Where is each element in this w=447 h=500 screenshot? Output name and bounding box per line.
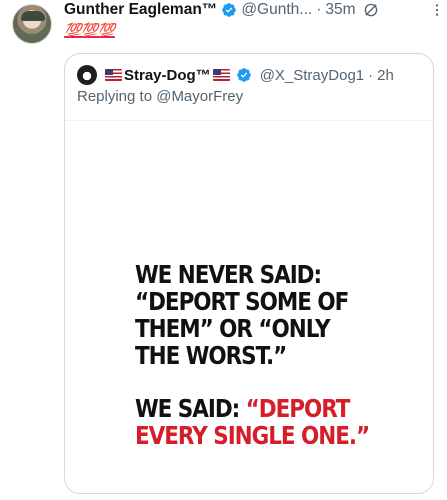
- image-text-line-6: EVERY SINGLE ONE.”: [135, 421, 370, 450]
- author-avatar[interactable]: [12, 4, 52, 44]
- quoted-author-handle[interactable]: @X_StrayDog1: [260, 67, 364, 84]
- us-flag-icon: [105, 69, 122, 81]
- quoted-tweet-card[interactable]: Stray-Dog™ @X_StrayDog1 · 2h Replying to…: [64, 53, 434, 494]
- image-text-line-1: WE NEVER SAID:: [135, 260, 322, 289]
- quoted-author-avatar[interactable]: [77, 65, 97, 85]
- us-flag-icon: [212, 69, 230, 81]
- tweet-text: 💯💯💯: [64, 22, 115, 38]
- author-handle[interactable]: @Gunth...: [241, 1, 312, 19]
- author-name[interactable]: Gunther Eagleman™: [64, 1, 217, 19]
- image-text-deport: “DEPORT: [245, 394, 351, 423]
- separator-dot: ·: [316, 1, 322, 18]
- separator-dot: ·: [368, 66, 374, 84]
- image-text-line-4: THE WORST.”: [135, 341, 287, 370]
- verified-badge-icon: [236, 68, 251, 82]
- avatar-cap-shape: [21, 11, 45, 21]
- image-text-we-said: WE SAID:: [135, 394, 246, 423]
- quoted-tweet-header: Stray-Dog™ @X_StrayDog1 · 2h: [77, 65, 394, 85]
- replying-to-label: Replying to @MayorFrey: [77, 88, 244, 105]
- quoted-post-time[interactable]: 2h: [377, 67, 394, 84]
- more-options-icon[interactable]: [429, 2, 445, 18]
- verified-badge-icon: [222, 3, 237, 17]
- image-text-line-5: WE SAID: “DEPORT: [135, 394, 351, 423]
- image-text-line-3: THEM” OR “ONLY: [135, 314, 331, 343]
- quoted-tweet-image[interactable]: WE NEVER SAID: “DEPORT SOME OF THEM” OR …: [65, 120, 433, 493]
- quoted-author-name[interactable]: Stray-Dog™: [124, 67, 211, 84]
- tweet-header: Gunther Eagleman™ @Gunth... · 35m: [64, 0, 434, 20]
- grok-icon[interactable]: [362, 1, 380, 19]
- image-text-line-2: “DEPORT SOME OF: [135, 287, 349, 316]
- post-time[interactable]: 35m: [325, 1, 355, 19]
